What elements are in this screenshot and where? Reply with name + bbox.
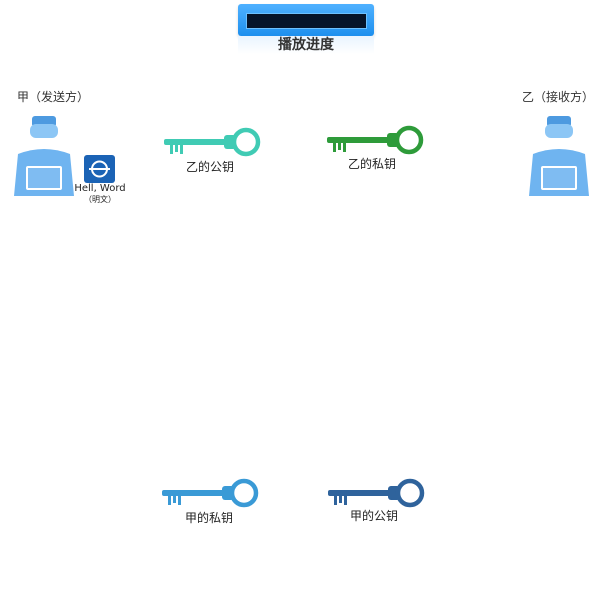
sender-label: 甲（发送方） bbox=[17, 90, 90, 104]
receiver-label: 乙（接收方） bbox=[522, 90, 595, 104]
b-public-key-label: 乙的公钥 bbox=[186, 160, 235, 174]
a-private-key-label: 甲的私钥 bbox=[185, 511, 234, 525]
sender-person-icon bbox=[14, 116, 74, 196]
progress-frame bbox=[238, 4, 374, 36]
a-public-key-icon[interactable] bbox=[328, 477, 426, 509]
receiver-person-icon bbox=[529, 116, 589, 196]
message-caption: （明文） bbox=[84, 195, 116, 204]
b-private-key-icon[interactable] bbox=[327, 124, 425, 156]
b-private-key-label: 乙的私钥 bbox=[348, 157, 397, 171]
a-private-key-icon[interactable] bbox=[162, 477, 260, 509]
message-text: Hell, Word bbox=[74, 183, 126, 194]
progress-bar[interactable] bbox=[246, 13, 367, 29]
progress-widget: 播放进度 bbox=[238, 4, 374, 54]
message-document-icon[interactable] bbox=[84, 155, 115, 183]
b-public-key-icon[interactable] bbox=[164, 126, 262, 158]
a-public-key-label: 甲的公钥 bbox=[350, 509, 399, 523]
progress-title: 播放进度 bbox=[238, 36, 374, 54]
